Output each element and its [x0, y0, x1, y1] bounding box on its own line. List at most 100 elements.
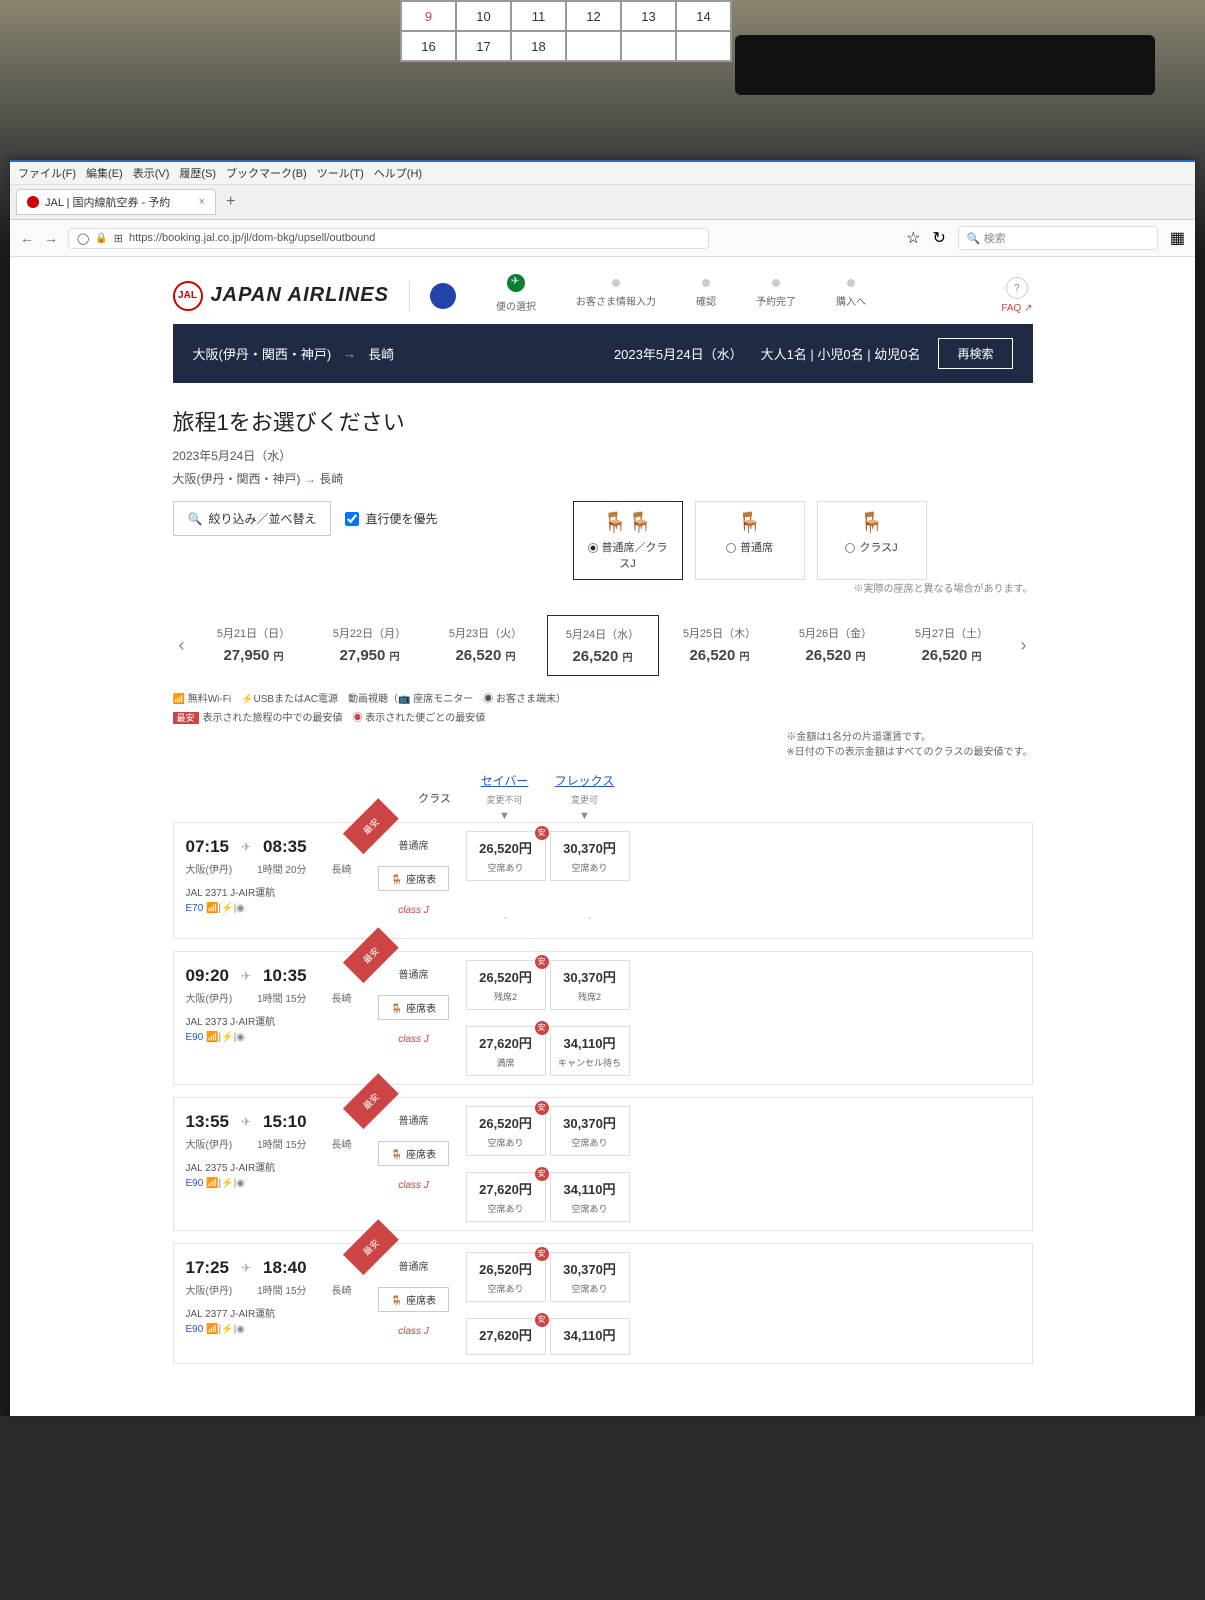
menu-s[interactable]: 履歴(S): [179, 168, 216, 180]
tab-title: JAL | 国内線航空券 - 予約: [45, 194, 170, 210]
search-input[interactable]: 🔍 検索: [958, 226, 1158, 250]
fare-cell[interactable]: 安27,620円空席あり: [466, 1172, 546, 1222]
direct-flight-checkbox[interactable]: 直行便を優先: [345, 510, 437, 527]
research-button[interactable]: 再検索: [938, 338, 1012, 369]
fare-cell[interactable]: 安26,520円空席あり: [466, 1106, 546, 1156]
flight-card: 最安07:15✈08:35大阪(伊丹)1時間 20分長崎JAL 2371 J-A…: [173, 822, 1033, 939]
step-3: 予約完了: [756, 279, 796, 313]
date-cell[interactable]: 5月21日（日）27,950 円: [199, 615, 309, 676]
browser-menubar[interactable]: ファイル(F) 編集(E) 表示(V) 履歴(S) ブックマーク(B) ツール(T) ヘルプ…: [10, 162, 1195, 185]
question-icon: ?: [1006, 277, 1028, 299]
seatmap-button[interactable]: 🪑 座席表: [378, 1287, 449, 1312]
step-1: お客さま情報入力: [576, 279, 656, 313]
fare-cell[interactable]: 安26,520円空席あり: [466, 1252, 546, 1302]
bookmark-icon[interactable]: ☆: [906, 228, 920, 248]
progress-steps: 便の選択 お客さま情報入力 確認 予約完了 購入へ: [496, 279, 866, 313]
date-cell[interactable]: 5月24日（水）26,520 円: [547, 615, 659, 676]
browser-tab[interactable]: JAL | 国内線航空券 - 予約 ×: [16, 189, 216, 215]
economy-label: 普通席: [399, 1112, 429, 1127]
flight-card: 最安09:20✈10:35大阪(伊丹)1時間 15分長崎JAL 2373 J-A…: [173, 951, 1033, 1085]
flex-column[interactable]: フレックス変更可▼: [545, 772, 625, 822]
plane-icon: ✈: [241, 840, 251, 854]
step-0: 便の選択: [496, 279, 536, 313]
seatmap-button[interactable]: 🪑 座席表: [378, 1141, 449, 1166]
route-summary: 大阪(伊丹・関西・神戸) → 長崎: [173, 470, 1033, 487]
price-legend: 最安表示された旅程の中での最安値 ◉ 表示された便ごとの最安値: [173, 709, 1033, 724]
url-field[interactable]: ◯ 🔒 ⊞ https://booking.jal.co.jp/jl/dom-b…: [68, 228, 709, 249]
fare-cell[interactable]: 安27,620円: [466, 1318, 546, 1355]
seatmap-button[interactable]: 🪑 座席表: [378, 995, 449, 1020]
economy-label: 普通席: [399, 966, 429, 981]
menu-h[interactable]: ヘルプ(H): [374, 168, 422, 180]
plane-icon: ✈: [241, 969, 251, 983]
flight-card: 最安13:55✈15:10大阪(伊丹)1時間 15分長崎JAL 2375 J-A…: [173, 1097, 1033, 1231]
menu-t[interactable]: ツール(T): [317, 168, 364, 180]
fare-cell[interactable]: 34,110円キャンセル待ち: [550, 1026, 630, 1076]
fare-column-header: クラス セイバー変更不可▼ フレックス変更可▼: [173, 772, 1033, 822]
shield-icon: ◯: [77, 232, 89, 245]
close-tab-icon[interactable]: ×: [199, 196, 205, 208]
origin-label: 大阪(伊丹・関西・神戸): [193, 344, 332, 363]
plane-icon: ✈: [241, 1115, 251, 1129]
classj-label: class J: [398, 1326, 429, 1337]
next-dates-button[interactable]: ›: [1015, 635, 1033, 656]
fare-cell[interactable]: 30,370円空席あり: [550, 1106, 630, 1156]
jal-logo[interactable]: JAL JAPAN AIRLINES: [173, 281, 389, 311]
date-cell[interactable]: 5月27日（土）26,520 円: [897, 615, 1007, 676]
economy-label: 普通席: [399, 837, 429, 852]
fare-cell[interactable]: 30,370円空席あり: [550, 1252, 630, 1302]
oneworld-icon: [430, 283, 456, 309]
prev-dates-button[interactable]: ‹: [173, 635, 191, 656]
seatmap-button[interactable]: 🪑 座席表: [378, 866, 449, 891]
economy-label: 普通席: [399, 1258, 429, 1273]
seat-option-2[interactable]: 🪑クラスJ: [817, 501, 927, 580]
tab-bar: JAL | 国内線航空券 - 予約 × +: [10, 185, 1195, 220]
seat-note: ※実際の座席と異なる場合があります。: [573, 580, 1033, 595]
search-summary-bar: 大阪(伊丹・関西・神戸) → 長崎 2023年5月24日（水） 大人1名 | 小…: [173, 324, 1033, 383]
fare-cell[interactable]: 30,370円残席2: [550, 960, 630, 1010]
fare-cell[interactable]: 30,370円空席あり: [550, 831, 630, 881]
fare-cell[interactable]: 34,110円: [550, 1318, 630, 1355]
seat-class-filter: 🪑🪑普通席／クラスJ🪑普通席🪑クラスJ: [573, 501, 1033, 580]
plane-icon: ✈: [241, 1261, 251, 1275]
back-button[interactable]: ←: [20, 230, 34, 246]
step-4: 購入へ: [836, 279, 866, 313]
step-2: 確認: [696, 279, 716, 313]
menu-v[interactable]: 表示(V): [133, 168, 170, 180]
date-label: 2023年5月24日（水）: [614, 344, 743, 363]
fare-cell[interactable]: 安27,620円満席: [466, 1026, 546, 1076]
site-header: JAL JAPAN AIRLINES 便の選択 お客さま情報入力 確認 予約完了 購入へ…: [173, 267, 1033, 324]
fare-cell[interactable]: 安26,520円残席2: [466, 960, 546, 1010]
page-date: 2023年5月24日（水）: [173, 447, 1033, 464]
seat-option-1[interactable]: 🪑普通席: [695, 501, 805, 580]
new-tab-button[interactable]: +: [216, 189, 245, 215]
browser-window: ファイル(F) 編集(E) 表示(V) 履歴(S) ブックマーク(B) ツール(T) ヘルプ…: [10, 160, 1195, 1416]
fare-cell[interactable]: 34,110円空席あり: [550, 1172, 630, 1222]
amenity-legend: 📶 無料Wi-Fi ⚡USBまたはAC電源 動画視聴（📺 座席モニター ◉ お客…: [173, 690, 1033, 705]
forward-button[interactable]: →: [44, 230, 58, 246]
lock-icon: 🔒: [95, 233, 107, 244]
date-cell[interactable]: 5月23日（火）26,520 円: [431, 615, 541, 676]
extension-icon[interactable]: ▦: [1170, 228, 1185, 248]
settings-icon: ⊞: [114, 232, 123, 245]
saver-column[interactable]: セイバー変更不可▼: [465, 772, 545, 822]
favicon-icon: [27, 196, 39, 208]
date-cell[interactable]: 5月26日（金）26,520 円: [781, 615, 891, 676]
menu-f[interactable]: ファイル(F): [18, 168, 76, 180]
menu-b[interactable]: ブックマーク(B): [226, 168, 307, 180]
classj-label: class J: [398, 905, 429, 916]
classj-label: class J: [398, 1180, 429, 1191]
fare-cell[interactable]: 安26,520円空席あり: [466, 831, 546, 881]
date-cell[interactable]: 5月25日（木）26,520 円: [665, 615, 775, 676]
page-title: 旅程1をお選びください: [173, 405, 1033, 437]
reload-icon[interactable]: ↻: [932, 228, 945, 248]
dest-label: 長崎: [368, 344, 394, 363]
arrow-icon: →: [343, 346, 356, 361]
filter-sort-button[interactable]: 🔍 絞り込み／並べ替え: [173, 501, 332, 536]
crane-icon: JAL: [173, 281, 203, 311]
classj-label: class J: [398, 1034, 429, 1045]
date-cell[interactable]: 5月22日（月）27,950 円: [315, 615, 425, 676]
seat-option-0[interactable]: 🪑🪑普通席／クラスJ: [573, 501, 683, 580]
faq-link[interactable]: ? FAQ ↗: [1001, 277, 1032, 314]
menu-e[interactable]: 編集(E): [86, 168, 123, 180]
